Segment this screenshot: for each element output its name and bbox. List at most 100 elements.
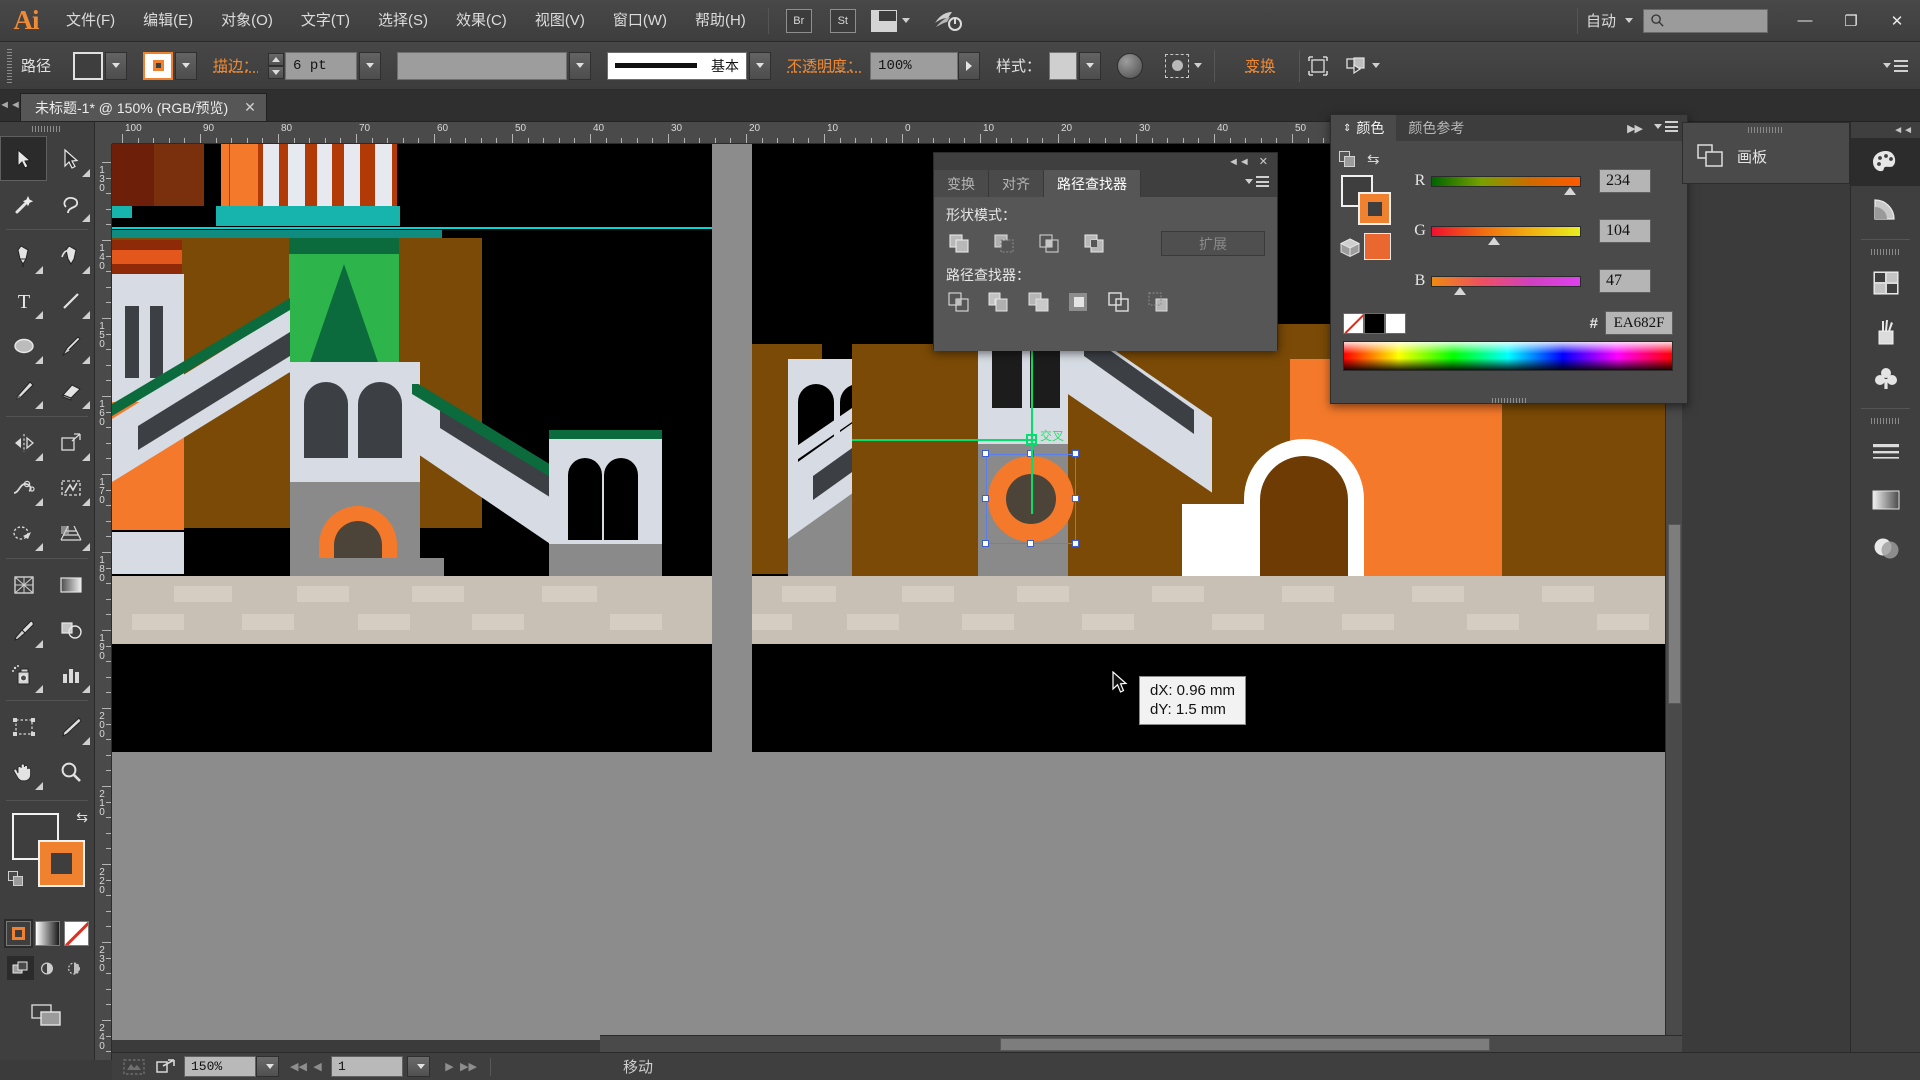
zoom-tool[interactable] [47, 749, 94, 794]
dock-collapse-icon[interactable]: ◄◄ [1851, 122, 1920, 138]
arrange-objects-icon[interactable] [1344, 54, 1368, 78]
selection-handle[interactable] [1072, 450, 1079, 457]
artboard-navigation-icon[interactable] [120, 1056, 148, 1078]
tab-pathfinder[interactable]: 路径查找器 [1044, 170, 1141, 197]
color-panel-resize-gripper[interactable] [1331, 398, 1687, 403]
stock-icon[interactable]: St [829, 8, 856, 33]
eyedropper-tool[interactable] [0, 607, 47, 652]
horizontal-scrollbar[interactable] [600, 1035, 1682, 1052]
black-swatch[interactable] [1364, 313, 1385, 334]
slice-tool[interactable] [47, 704, 94, 749]
zoom-level-input[interactable]: 150% [184, 1056, 256, 1077]
dock-group-gripper[interactable] [1851, 414, 1920, 428]
menu-file[interactable]: 文件(F) [52, 0, 129, 42]
shape-builder-tool[interactable] [0, 510, 47, 555]
arrange-documents-button[interactable] [870, 9, 910, 32]
last-artboard-button[interactable]: ▶▶ [459, 1056, 478, 1077]
bridge-icon[interactable]: Br [785, 8, 812, 33]
transform-link[interactable]: 变换 [1245, 55, 1275, 76]
artboard-dropdown-button[interactable] [407, 1056, 430, 1077]
paintbrush-tool[interactable] [47, 323, 94, 368]
zoom-dropdown-button[interactable] [256, 1056, 279, 1077]
expand-button[interactable]: 扩展 [1161, 231, 1265, 256]
minus-front-button[interactable] [991, 232, 1018, 256]
gradient-mode-button[interactable] [34, 921, 60, 946]
brushes-icon[interactable] [1851, 307, 1920, 355]
control-bar-gripper[interactable] [6, 48, 13, 83]
close-button[interactable]: ✕ [1874, 0, 1920, 42]
selection-handle[interactable] [982, 540, 989, 547]
close-icon[interactable]: ✕ [1259, 155, 1268, 168]
pathfinder-panel[interactable]: ◄◄ ✕ 变换 对齐 路径查找器 形状模式： 扩展 路径查找器： [933, 152, 1278, 351]
selection-handle[interactable] [1027, 540, 1034, 547]
swap-fill-stroke-icon[interactable]: ⇆ [1367, 150, 1380, 168]
slider-knob-g[interactable] [1488, 236, 1500, 245]
artboards-panel[interactable]: 画板 [1682, 122, 1850, 184]
slider-knob-r[interactable] [1564, 186, 1576, 195]
vertical-ruler[interactable]: 130140150160170180190200210220230240250 [95, 144, 112, 1060]
recolor-artwork-icon[interactable] [1165, 53, 1190, 78]
stroke-weight-label[interactable]: 描边： [213, 55, 258, 76]
expand-panel-icon[interactable]: ▶▶ [1627, 122, 1643, 135]
slider-value-g[interactable]: 104 [1599, 219, 1651, 243]
close-icon[interactable]: ✕ [244, 99, 256, 116]
color-panel-menu-icon[interactable] [1649, 121, 1678, 132]
share-icon[interactable] [152, 1056, 180, 1078]
menu-type[interactable]: 文字(T) [287, 0, 364, 42]
none-swatch[interactable] [1343, 313, 1364, 334]
previous-artboard-button[interactable]: ◀ [308, 1056, 327, 1077]
minimize-button[interactable]: — [1782, 0, 1828, 42]
divide-button[interactable] [946, 291, 973, 315]
search-input[interactable] [1643, 8, 1768, 33]
swatches-icon[interactable] [1851, 259, 1920, 307]
graphic-style-dropdown-button[interactable] [1079, 51, 1102, 80]
menu-view[interactable]: 视图(V) [521, 0, 599, 42]
scale-tool[interactable] [47, 420, 94, 465]
menu-object[interactable]: 对象(O) [207, 0, 287, 42]
status-text[interactable]: 移动 [623, 1056, 653, 1077]
pen-tool[interactable] [0, 233, 47, 278]
line-segment-tool[interactable] [47, 278, 94, 323]
direct-selection-tool[interactable] [47, 136, 94, 181]
stroke-icon[interactable] [1851, 428, 1920, 476]
next-artboard-button[interactable]: ▶ [440, 1056, 459, 1077]
pathfinder-titlebar[interactable]: ◄◄ ✕ [934, 153, 1277, 170]
tab-transform[interactable]: 变换 [934, 170, 989, 197]
hand-tool[interactable] [0, 749, 47, 794]
merge-button[interactable] [1026, 291, 1053, 315]
horizontal-scrollbar-thumb[interactable] [1000, 1038, 1490, 1051]
stroke-swatch[interactable] [143, 51, 174, 80]
white-swatch[interactable] [1385, 313, 1406, 334]
color-guide-icon[interactable] [1851, 186, 1920, 234]
color-panel[interactable]: ⇕ 颜色 颜色参考 ▶▶ ⇆ R 234 G 104 B 47 # EA682F [1330, 114, 1688, 404]
opacity-mask-icon[interactable] [1117, 52, 1144, 79]
color-mode-button[interactable] [5, 921, 31, 946]
align-icon[interactable] [1306, 54, 1330, 78]
artboards-panel-gripper[interactable] [1683, 123, 1849, 136]
first-artboard-button[interactable]: ◀◀ [289, 1056, 308, 1077]
slider-value-r[interactable]: 234 [1599, 169, 1651, 193]
gradient-icon[interactable] [1851, 476, 1920, 524]
brush-definition-select[interactable]: 基本 [607, 51, 748, 80]
graphic-style-swatch[interactable] [1049, 51, 1078, 80]
selection-handle[interactable] [1072, 540, 1079, 547]
opacity-input[interactable]: 100% [870, 51, 959, 80]
intersect-button[interactable] [1036, 232, 1063, 256]
artboards-panel-row[interactable]: 画板 [1683, 136, 1849, 168]
cc-sync-icon[interactable] [932, 9, 962, 33]
stacked-squares-icon[interactable] [1339, 151, 1356, 168]
opacity-flyout-button[interactable] [958, 51, 981, 80]
selection-handle[interactable] [982, 495, 989, 502]
slider-value-b[interactable]: 47 [1599, 269, 1651, 293]
toolbar-stroke-swatch[interactable] [38, 840, 85, 887]
blend-tool[interactable] [47, 607, 94, 652]
slider-track-r[interactable] [1431, 175, 1581, 195]
pathfinder-panel-menu-icon[interactable] [1240, 176, 1269, 187]
free-transform-tool[interactable] [47, 465, 94, 510]
color-panel-icon[interactable] [1851, 138, 1920, 186]
rotate-tool[interactable] [0, 420, 47, 465]
screen-mode-button[interactable] [0, 1002, 94, 1028]
ruler-corner[interactable] [95, 122, 112, 144]
trim-button[interactable] [986, 291, 1013, 315]
tab-color[interactable]: ⇕ 颜色 [1331, 115, 1397, 141]
